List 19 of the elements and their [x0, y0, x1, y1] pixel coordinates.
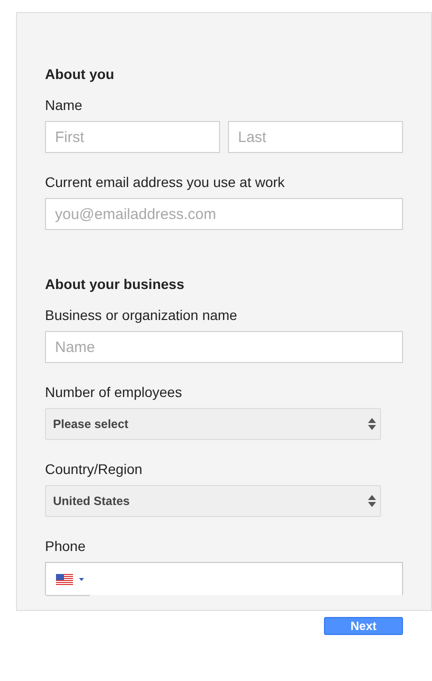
caret-icon: [79, 578, 84, 580]
sort-arrows-icon: [368, 418, 376, 430]
flag-icon: [56, 574, 73, 584]
field-label: Country/Region: [45, 460, 142, 478]
select-dropdown[interactable]: United States: [45, 485, 381, 517]
input-field[interactable]: you@emailaddress.com: [45, 198, 403, 230]
field-label: Phone: [45, 537, 86, 555]
input-field[interactable]: Last: [228, 121, 403, 153]
input-field[interactable]: First: [45, 121, 220, 153]
field-label: Current email address you use at work: [45, 173, 285, 191]
section-heading: About your business: [45, 275, 186, 293]
section-heading: About you: [45, 65, 116, 83]
field-label: Business or organization name: [45, 306, 238, 324]
field-label: Name: [45, 96, 82, 114]
phone-field[interactable]: [45, 562, 403, 595]
select-dropdown[interactable]: Please select: [45, 408, 381, 440]
sort-arrows-icon: [368, 495, 376, 507]
input-field[interactable]: Name: [45, 331, 403, 363]
field-label: Number of employees: [45, 383, 182, 401]
